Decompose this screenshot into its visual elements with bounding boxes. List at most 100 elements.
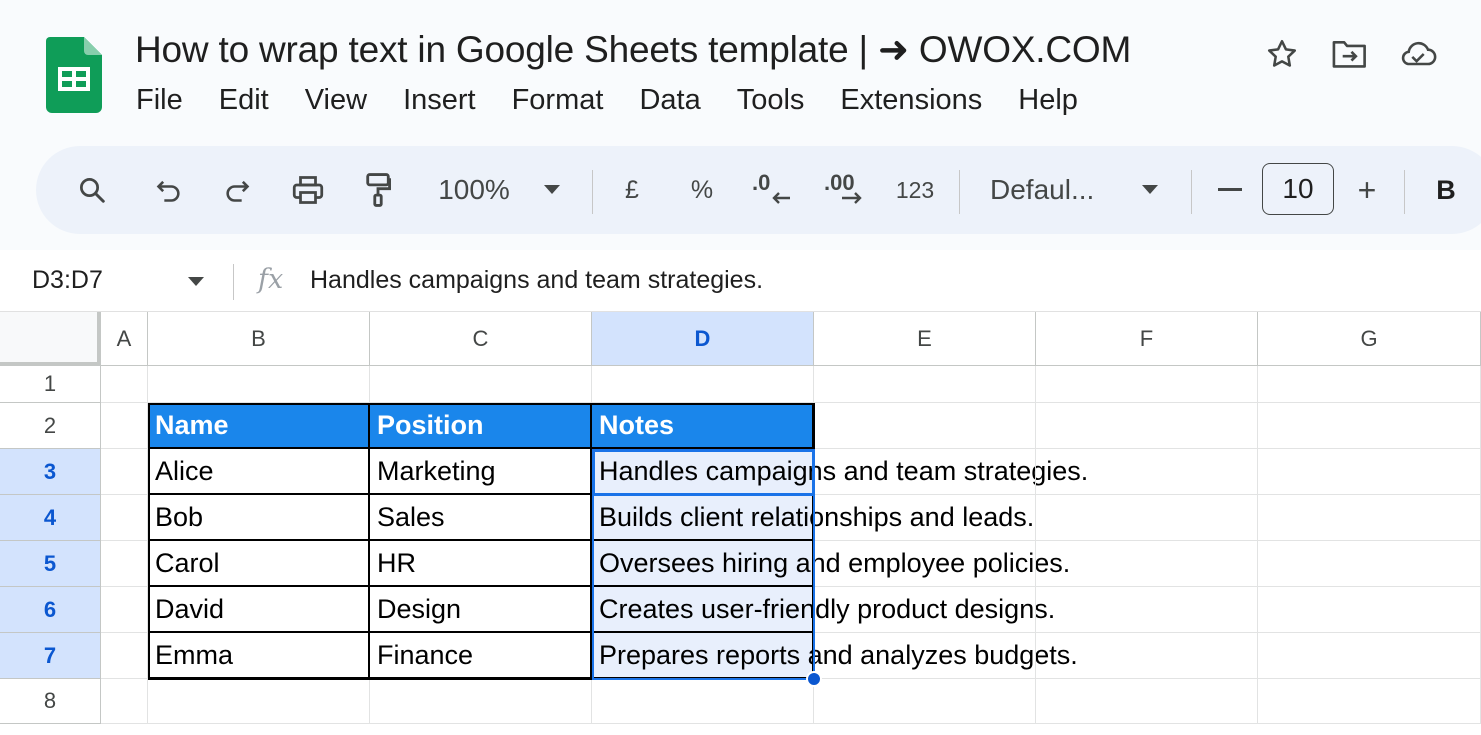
search-menus-icon[interactable]	[66, 146, 118, 234]
column-header-e[interactable]: E	[814, 312, 1036, 366]
cell-b6[interactable]: David	[148, 587, 370, 633]
font-size-input[interactable]: 10	[1262, 163, 1334, 215]
cell-a2[interactable]	[101, 403, 148, 449]
cell-d6[interactable]: Creates user-friendly product designs.	[592, 587, 1055, 633]
formula-input[interactable]: Handles campaigns and team strategies.	[310, 266, 763, 295]
increase-font-size-button[interactable]: +	[1348, 146, 1386, 234]
spreadsheet-grid[interactable]: A B C D E F G 1 2 Name Position Notes 3 Alice Marketin…	[0, 312, 1481, 735]
cell-a7[interactable]	[101, 633, 148, 679]
cell-e3[interactable]	[814, 449, 1036, 495]
cell-f8[interactable]	[1036, 679, 1258, 724]
decrease-font-size-button[interactable]	[1212, 146, 1248, 234]
percent-button[interactable]: %	[684, 146, 720, 234]
cell-b1[interactable]	[148, 366, 370, 403]
row-header-2[interactable]: 2	[0, 403, 101, 449]
column-header-f[interactable]: F	[1036, 312, 1258, 366]
cell-b7[interactable]: Emma	[148, 633, 370, 679]
cell-e6[interactable]	[814, 587, 1036, 633]
menu-insert[interactable]: Insert	[403, 84, 476, 117]
cell-a1[interactable]	[101, 366, 148, 403]
more-formats-button[interactable]: 123	[888, 146, 942, 234]
redo-icon[interactable]	[212, 146, 262, 234]
cell-e7[interactable]	[814, 633, 1036, 679]
cell-d4[interactable]: Builds client relationships and leads.	[592, 495, 1034, 541]
cell-f3[interactable]	[1036, 449, 1258, 495]
menu-extensions[interactable]: Extensions	[840, 84, 982, 117]
row-header-7[interactable]: 7	[0, 633, 101, 679]
row-header-3[interactable]: 3	[0, 449, 101, 495]
undo-icon[interactable]	[144, 146, 194, 234]
cell-e1[interactable]	[814, 366, 1036, 403]
move-to-folder-icon[interactable]	[1330, 36, 1370, 72]
increase-decimal-button[interactable]: .00	[820, 146, 872, 234]
cell-c6[interactable]: Design	[370, 587, 592, 633]
menu-format[interactable]: Format	[512, 84, 604, 117]
cell-g1[interactable]	[1258, 366, 1481, 403]
column-header-d[interactable]: D	[592, 312, 814, 366]
fill-handle[interactable]	[806, 671, 822, 687]
cell-d1[interactable]	[592, 366, 814, 403]
cell-b8[interactable]	[148, 679, 370, 724]
cell-a3[interactable]	[101, 449, 148, 495]
cell-f1[interactable]	[1036, 366, 1258, 403]
select-all-corner[interactable]	[0, 312, 101, 366]
cell-b4[interactable]: Bob	[148, 495, 370, 541]
cell-f6[interactable]	[1036, 587, 1258, 633]
cell-c2[interactable]: Position	[370, 403, 592, 449]
cell-g5[interactable]	[1258, 541, 1481, 587]
menu-edit[interactable]: Edit	[219, 84, 269, 117]
cell-e4[interactable]	[814, 495, 1036, 541]
row-header-1[interactable]: 1	[0, 366, 101, 403]
cell-g2[interactable]	[1258, 403, 1481, 449]
menu-data[interactable]: Data	[639, 84, 700, 117]
cell-c1[interactable]	[370, 366, 592, 403]
cell-a8[interactable]	[101, 679, 148, 724]
cell-c3[interactable]: Marketing	[370, 449, 592, 495]
row-header-8[interactable]: 8	[0, 679, 101, 724]
cell-d8[interactable]	[592, 679, 814, 724]
bold-button[interactable]: B	[1428, 146, 1464, 234]
cell-b2[interactable]: Name	[148, 403, 370, 449]
cell-b3[interactable]: Alice	[148, 449, 370, 495]
cell-g8[interactable]	[1258, 679, 1481, 724]
name-box[interactable]: D3:D7	[32, 266, 103, 295]
row-header-4[interactable]: 4	[0, 495, 101, 541]
star-icon[interactable]	[1262, 36, 1302, 72]
column-header-b[interactable]: B	[148, 312, 370, 366]
cell-f4[interactable]	[1036, 495, 1258, 541]
cell-g7[interactable]	[1258, 633, 1481, 679]
name-box-dropdown-icon[interactable]	[188, 277, 204, 286]
cell-a6[interactable]	[101, 587, 148, 633]
sheets-logo-icon[interactable]	[46, 37, 102, 113]
cell-e8[interactable]	[814, 679, 1036, 724]
currency-button[interactable]: £	[614, 146, 650, 234]
cloud-status-icon[interactable]	[1398, 36, 1438, 72]
zoom-value[interactable]: 100%	[428, 146, 520, 234]
cell-c5[interactable]: HR	[370, 541, 592, 587]
cell-d5[interactable]: Oversees hiring and employee policies.	[592, 541, 1070, 587]
menu-tools[interactable]: Tools	[737, 84, 805, 117]
paint-format-icon[interactable]	[352, 146, 404, 234]
row-header-5[interactable]: 5	[0, 541, 101, 587]
font-family-select[interactable]: Defaul...	[990, 146, 1114, 234]
cell-c4[interactable]: Sales	[370, 495, 592, 541]
cell-d7[interactable]: Prepares reports and analyzes budgets.	[592, 633, 1078, 679]
row-header-6[interactable]: 6	[0, 587, 101, 633]
print-icon[interactable]	[282, 146, 334, 234]
menu-view[interactable]: View	[305, 84, 367, 117]
cell-b5[interactable]: Carol	[148, 541, 370, 587]
document-title[interactable]: How to wrap text in Google Sheets templa…	[135, 28, 1131, 71]
cell-g4[interactable]	[1258, 495, 1481, 541]
cell-f5[interactable]	[1036, 541, 1258, 587]
decrease-decimal-button[interactable]: .0	[748, 146, 796, 234]
menu-help[interactable]: Help	[1018, 84, 1078, 117]
column-header-c[interactable]: C	[370, 312, 592, 366]
cell-a4[interactable]	[101, 495, 148, 541]
font-dropdown-icon[interactable]	[1136, 146, 1164, 234]
menu-file[interactable]: File	[136, 84, 183, 117]
cell-f2[interactable]	[1036, 403, 1258, 449]
cell-c8[interactable]	[370, 679, 592, 724]
column-header-g[interactable]: G	[1258, 312, 1481, 366]
cell-g6[interactable]	[1258, 587, 1481, 633]
cell-e2[interactable]	[814, 403, 1036, 449]
